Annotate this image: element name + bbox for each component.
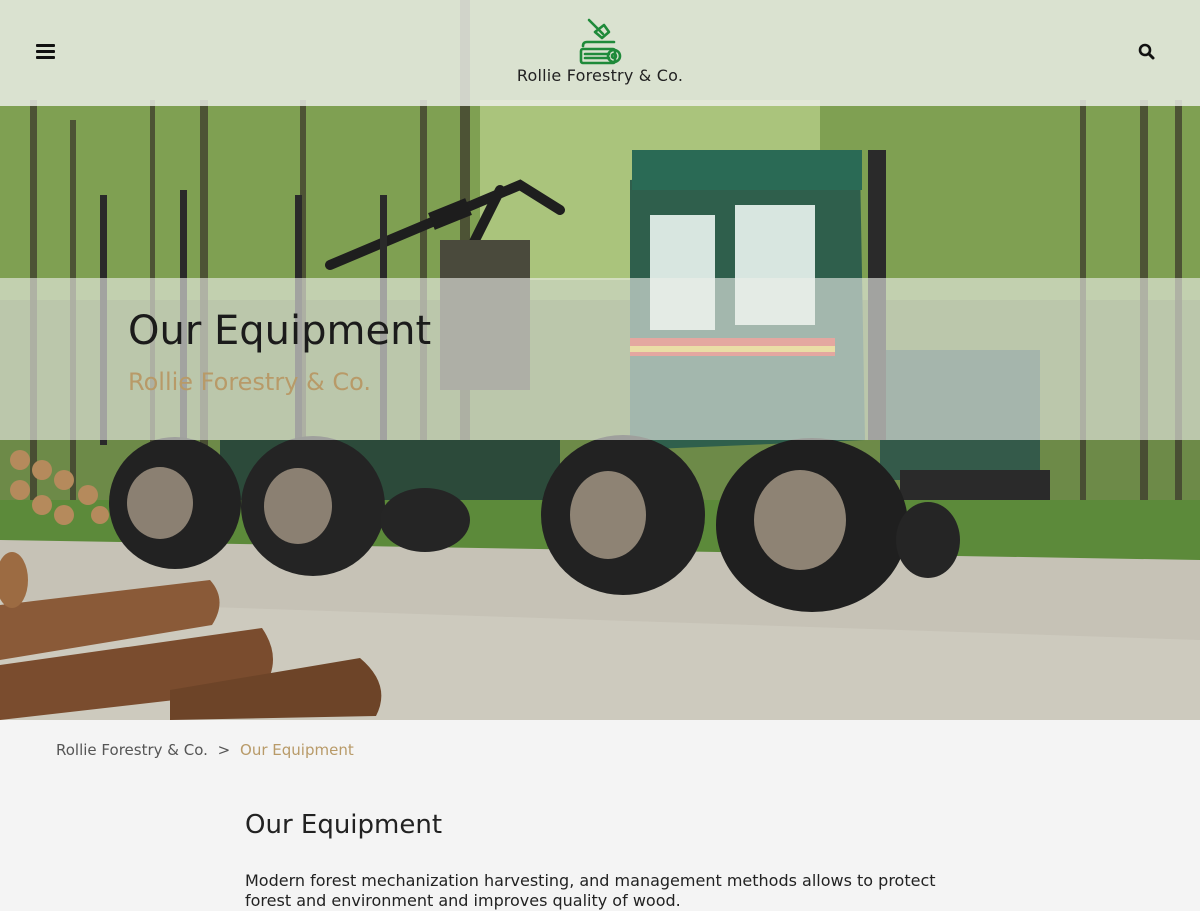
breadcrumb-separator: >: [217, 741, 231, 759]
logo-text: Rollie Forestry & Co.: [516, 66, 684, 85]
hero-title: Our Equipment: [128, 308, 432, 354]
hero-title-band: [0, 278, 1200, 440]
content-title: Our Equipment: [245, 810, 443, 840]
hero-subtitle: Rollie Forestry & Co.: [128, 368, 372, 396]
hero-banner: Rollie Forestry & Co. Our Equipment Roll…: [0, 0, 1200, 720]
log-saw-icon: [579, 18, 622, 65]
breadcrumb-current: Our Equipment: [240, 741, 354, 759]
site-logo[interactable]: Rollie Forestry & Co.: [500, 16, 700, 96]
search-icon[interactable]: [1137, 42, 1157, 62]
breadcrumb-home-link[interactable]: Rollie Forestry & Co.: [56, 741, 208, 759]
breadcrumb: Rollie Forestry & Co. > Our Equipment: [56, 741, 354, 759]
hamburger-menu-icon[interactable]: [36, 44, 56, 62]
content-paragraph: Modern forest mechanization harvesting, …: [245, 871, 936, 910]
